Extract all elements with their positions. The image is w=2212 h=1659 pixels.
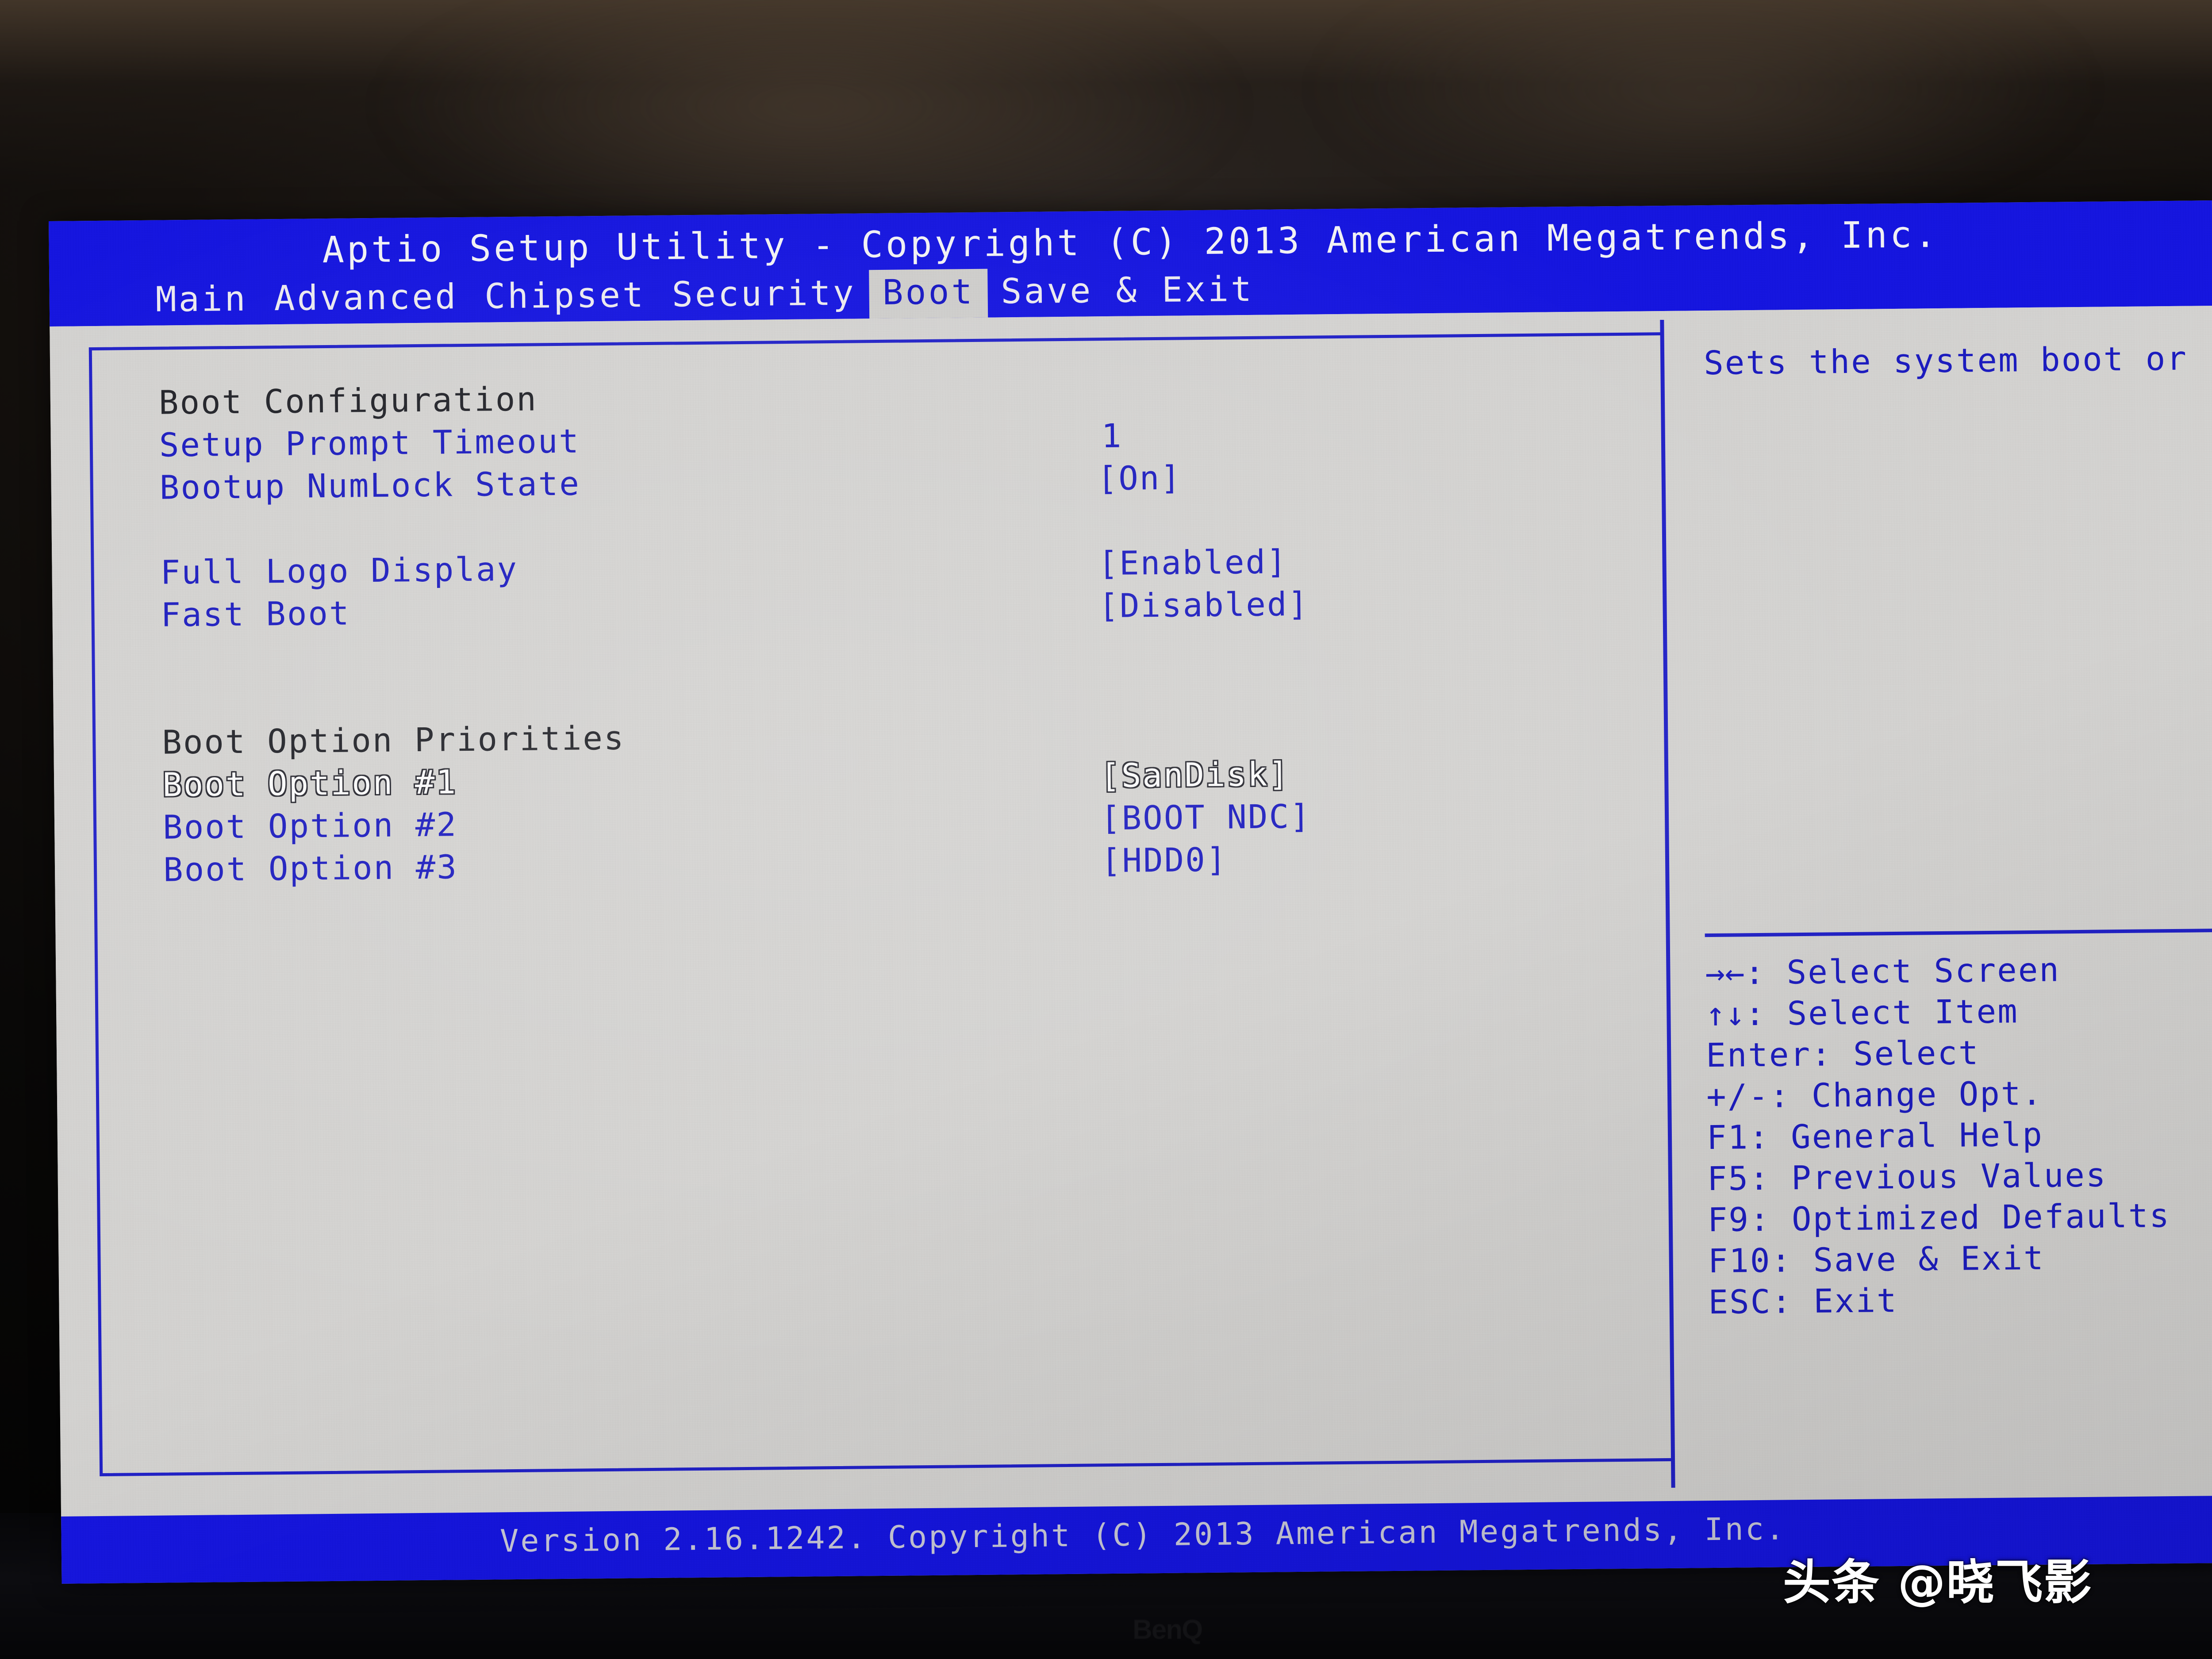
legend-item: →←: Select Screen: [1705, 949, 2168, 994]
legend-item: F1: General Help: [1707, 1113, 2170, 1159]
content-area: Boot Configuration Setup Prompt Timeout 1 B…: [50, 306, 2212, 1517]
tab-boot[interactable]: Boot: [869, 269, 988, 319]
legend-item: ↑↓: Select Item: [1705, 990, 2169, 1035]
section-heading-label: Boot Configuration: [158, 380, 538, 422]
legend-label: F10: Save & Exit: [1708, 1239, 2045, 1281]
setting-value[interactable]: [HDD0]: [1101, 838, 1228, 882]
legend-separator: [1705, 928, 2212, 937]
setting-label: Boot Option #1: [162, 763, 457, 804]
tab-chipset[interactable]: Chipset: [471, 272, 659, 322]
monitor-photo: BenQ Aptio Setup Utility - Copyright (C)…: [0, 0, 2212, 1659]
title-bar: Aptio Setup Utility - Copyright (C) 2013…: [49, 200, 2212, 326]
bios-screen: Aptio Setup Utility - Copyright (C) 2013…: [49, 200, 2212, 1584]
legend-item: F10: Save & Exit: [1708, 1237, 2171, 1282]
tab-security[interactable]: Security: [658, 270, 869, 320]
legend-item: ESC: Exit: [1708, 1278, 2171, 1323]
setting-label: Fast Boot: [161, 594, 350, 634]
key-legend: →←: Select Screen ↑↓: Select Item Enter: S…: [1705, 949, 2171, 1323]
legend-label: +/-: Change Opt.: [1706, 1074, 2043, 1116]
section-heading-label: Boot Option Priorities: [161, 719, 625, 762]
legend-item: +/-: Change Opt.: [1706, 1072, 2170, 1118]
legend-label: ESC: Exit: [1708, 1281, 1898, 1322]
setting-value[interactable]: [Disabled]: [1098, 583, 1309, 628]
settings-list: Boot Configuration Setup Prompt Timeout 1 B…: [158, 367, 1667, 891]
tab-advanced[interactable]: Advanced: [261, 274, 472, 324]
settings-frame: Boot Configuration Setup Prompt Timeout 1 B…: [88, 332, 1675, 1477]
setting-value[interactable]: 1: [1101, 415, 1122, 457]
legend-item: F5: Previous Values: [1707, 1154, 2170, 1200]
tab-main[interactable]: Main: [142, 276, 261, 325]
legend-label: F5: Previous Values: [1707, 1156, 2107, 1198]
legend-label: Enter: Select: [1705, 1034, 1980, 1075]
legend-label: : Select Screen: [1744, 951, 2061, 992]
legend-item: F9: Optimized Defaults: [1707, 1195, 2170, 1241]
setting-value[interactable]: [On]: [1097, 457, 1182, 500]
legend-item: Enter: Select: [1706, 1031, 2169, 1076]
help-panel: Sets the system boot or →←: Select Scree…: [1687, 327, 2212, 1321]
setting-label: Setup Prompt Timeout: [159, 422, 580, 465]
bezel-reflection-left: [389, 0, 1230, 230]
setting-value[interactable]: [BOOT NDC]: [1101, 795, 1311, 840]
legend-label: : Select Item: [1745, 992, 2019, 1033]
arrow-keys-icon: ↑↓: [1705, 995, 1745, 1034]
bezel-reflection-right: [1327, 0, 2079, 204]
watermark: 头条 @晓飞影: [1783, 1555, 2093, 1610]
arrow-keys-icon: →←: [1705, 954, 1745, 993]
page-title: Aptio Setup Utility - Copyright (C) 2013…: [322, 213, 1939, 272]
setting-value[interactable]: [Enabled]: [1098, 541, 1288, 585]
legend-label: F1: General Help: [1706, 1115, 2044, 1157]
setting-value[interactable]: [SanDisk]: [1100, 753, 1290, 797]
tab-save-exit[interactable]: Save & Exit: [987, 266, 1267, 317]
setting-label: Boot Option #3: [163, 848, 458, 889]
monitor-brand-logo: BenQ: [1133, 1614, 1203, 1645]
setting-label: Boot Option #2: [162, 806, 458, 847]
setting-label: Full Logo Display: [160, 550, 518, 592]
setting-label: Bootup NumLock State: [159, 465, 581, 507]
help-description: Sets the system boot or: [1703, 339, 2188, 383]
legend-label: F9: Optimized Defaults: [1707, 1197, 2171, 1240]
